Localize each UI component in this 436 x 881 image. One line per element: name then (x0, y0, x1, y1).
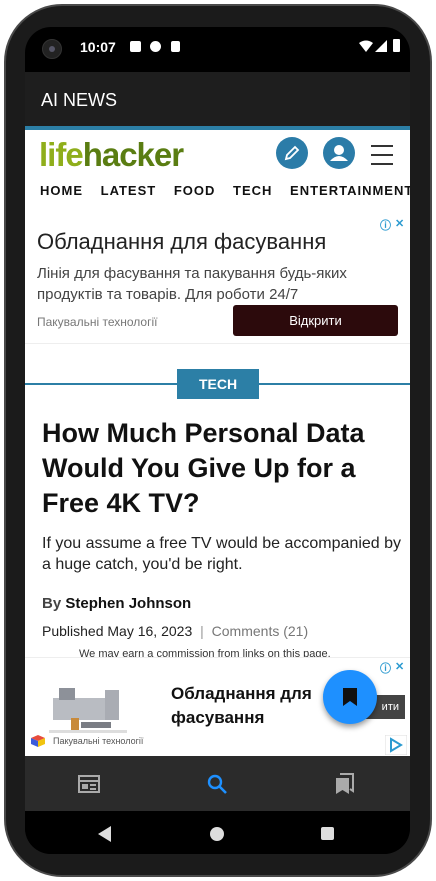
published-date: May 16, 2023 (107, 623, 193, 639)
publish-info: Published May 16, 2023 | Comments (21) (42, 623, 308, 639)
ad-close-icon[interactable]: ✕ (395, 217, 404, 230)
pencil-icon (284, 145, 300, 161)
battery-icon (393, 39, 400, 52)
back-icon[interactable] (98, 826, 112, 842)
app-title: AI NEWS (41, 90, 118, 110)
nav-item-tech[interactable]: TECH (233, 183, 272, 198)
web-view[interactable]: lifehacker HOME LATEST FOOD TECH ENTERTA… (25, 126, 410, 756)
user-icon (330, 145, 348, 161)
search-icon[interactable] (206, 773, 228, 795)
byline-label: By (42, 595, 62, 612)
notification-a-icon (130, 41, 141, 52)
account-button[interactable] (323, 137, 355, 169)
article-headline: How Much Personal Data Would You Give Up… (42, 418, 365, 518)
category-tag[interactable]: TECH (177, 369, 259, 399)
site-logo[interactable]: lifehacker (39, 136, 184, 174)
status-time: 10:07 (80, 39, 116, 55)
ad2-close-icon[interactable]: ✕ (395, 660, 404, 673)
machine-image (49, 688, 127, 733)
separator: | (200, 623, 204, 639)
recents-icon[interactable] (321, 827, 334, 840)
ad-info-icon[interactable]: ⓘ (380, 217, 391, 233)
author-link[interactable]: Stephen Johnson (65, 595, 191, 612)
nav-item-latest[interactable]: LATEST (101, 183, 157, 198)
ad2-info-icon[interactable]: ⓘ (380, 660, 391, 676)
bookmark-icon (343, 688, 357, 706)
camera-icon (42, 39, 62, 59)
ad-source: Пакувальні технології (37, 315, 158, 329)
published-label: Published (42, 623, 104, 639)
bookmarks-icon[interactable] (334, 773, 356, 795)
sd-card-icon (171, 41, 180, 52)
ad-banner-top[interactable]: ⓘ ✕ Обладнання для фасування Лінія для ф… (25, 215, 410, 344)
notification-app-icon (150, 41, 161, 52)
signal-icon (375, 40, 387, 52)
nav-item-entertainment[interactable]: ENTERTAINMENT (290, 183, 410, 198)
ad-title: Обладнання для фасування (37, 229, 327, 254)
system-nav (25, 811, 410, 854)
site-nav: HOME LATEST FOOD TECH ENTERTAINMENT HE (40, 183, 410, 198)
nav-item-home[interactable]: HOME (40, 183, 83, 198)
ad2-source: Пакувальні технології (53, 736, 144, 746)
status-bar: 10:07 (25, 27, 410, 72)
phone-frame: 10:07 AI NEWS lifehacker HOME LATEST FOO… (0, 0, 436, 881)
logo-part-life: life (39, 136, 84, 173)
screen: 10:07 AI NEWS lifehacker HOME LATEST FOO… (25, 27, 410, 854)
ad2-title: Обладнання для фасування (171, 684, 312, 727)
byline: By Stephen Johnson (42, 595, 191, 612)
home-icon[interactable] (210, 827, 224, 841)
comments-link[interactable]: Comments (21) (212, 623, 308, 639)
bookmark-fab[interactable] (323, 670, 377, 724)
feed-icon[interactable] (78, 773, 100, 795)
ad-arrow-icon[interactable] (385, 735, 407, 755)
menu-icon[interactable] (371, 145, 393, 172)
bottom-nav (25, 756, 410, 811)
nav-item-food[interactable]: FOOD (174, 183, 216, 198)
ad-brand-icon (31, 735, 45, 747)
wifi-icon (359, 40, 373, 52)
app-bar: AI NEWS (25, 72, 410, 126)
ad-open-button[interactable]: Відкрити (233, 305, 398, 336)
site-top-line (25, 126, 410, 130)
edit-button[interactable] (276, 137, 308, 169)
logo-part-hacker: hacker (82, 136, 184, 173)
article-subheadline: If you assume a free TV would be accompa… (42, 535, 402, 573)
ad-description: Лінія для фасування та пакування будь-як… (37, 265, 347, 303)
